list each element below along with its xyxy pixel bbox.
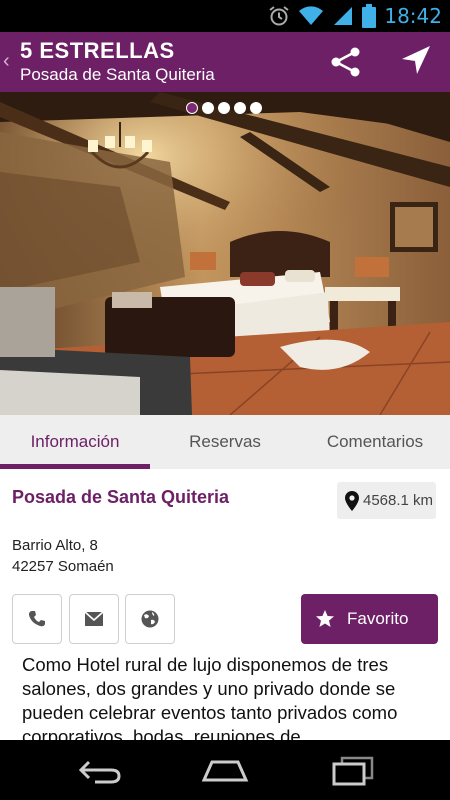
recent-apps-icon[interactable] [328, 754, 378, 786]
hotel-room-photo [0, 92, 450, 415]
battery-icon [362, 4, 377, 28]
alarm-icon [269, 6, 289, 26]
distance-badge[interactable]: 4568.1 km [337, 482, 436, 519]
tab-comentarios[interactable]: Comentarios [300, 415, 450, 469]
home-icon[interactable] [200, 754, 250, 786]
page-dot[interactable] [202, 102, 214, 114]
tab-bar: Información Reservas Comentarios [0, 415, 450, 469]
back-chevron-icon[interactable]: ‹ [3, 50, 10, 73]
page-dot-active[interactable] [186, 102, 198, 114]
page-dot[interactable] [250, 102, 262, 114]
clock: 18:42 [384, 4, 442, 28]
action-bar: ‹ 5 ESTRELLAS Posada de Santa Quiteria [0, 32, 450, 92]
star-icon [316, 610, 334, 627]
address-line-1: Barrio Alto, 8 [12, 537, 98, 554]
hotel-description: Como Hotel rural de lujo disponemos de t… [22, 654, 398, 740]
back-icon[interactable] [75, 754, 125, 786]
hotel-name: Posada de Santa Quiteria [12, 487, 230, 507]
status-icons: 18:42 [268, 4, 442, 28]
globe-icon [141, 610, 159, 628]
email-icon [84, 611, 104, 626]
gallery-page-indicator [186, 102, 262, 114]
info-panel: Posada de Santa Quiteria Barrio Alto, 8 … [0, 469, 450, 740]
tab-informacion[interactable]: Información [0, 415, 150, 469]
hotel-photo-gallery[interactable] [0, 92, 450, 415]
share-icon[interactable] [330, 46, 362, 78]
page-subtitle: Posada de Santa Quiteria [20, 65, 215, 84]
address-line-2: 42257 Somaén [12, 558, 114, 575]
signal-icon [334, 7, 353, 25]
call-button[interactable] [12, 594, 62, 644]
wifi-icon [299, 6, 324, 25]
distance-value: 4568.1 km [363, 492, 434, 509]
tab-reservas[interactable]: Reservas [150, 415, 300, 469]
favorite-label: Favorito [347, 609, 409, 628]
page-title[interactable]: 5 ESTRELLAS [20, 38, 175, 64]
phone-icon [29, 611, 45, 627]
website-button[interactable] [125, 594, 175, 644]
map-pin-icon [345, 490, 359, 511]
email-button[interactable] [69, 594, 119, 644]
navigation-arrow-icon[interactable] [398, 44, 432, 78]
system-nav-bar [0, 740, 450, 800]
page-dot[interactable] [218, 102, 230, 114]
favorite-button[interactable]: Favorito [301, 594, 438, 644]
page-dot[interactable] [234, 102, 246, 114]
status-bar: 18:42 [0, 0, 450, 32]
